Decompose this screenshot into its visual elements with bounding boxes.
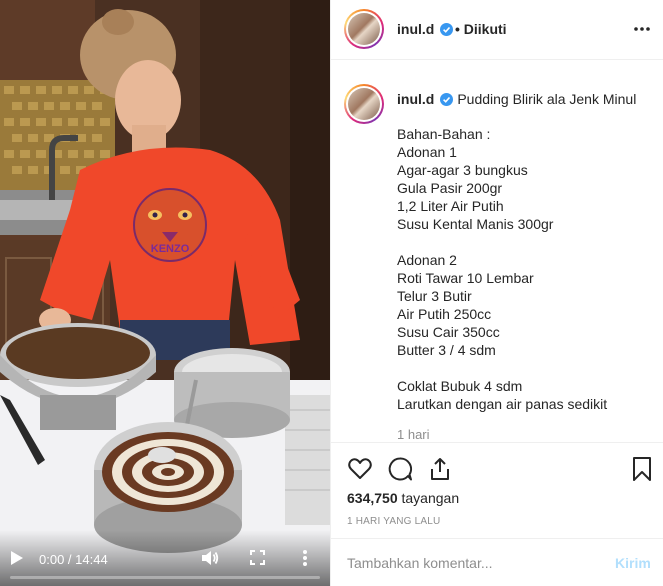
caption-section: inul.d Pudding Blirik ala Jenk Minul Bah… [331,61,663,441]
caption-line: Susu Kental Manis 300gr [397,216,554,232]
post-header: inul.d • Diikuti [331,0,663,60]
post-panel: inul.d • Diikuti inul.d Pudding Blirik a… [330,0,663,586]
caption-body: Bahan-Bahan : Adonan 1 Agar-agar 3 bungkus… [397,125,652,413]
caption-line: Coklat Bubuk 4 sdm [397,378,523,394]
video-time: 0:00 / 14:44 [39,552,108,567]
video-progress-bar[interactable] [10,576,320,579]
more-vertical-icon[interactable] [302,549,308,567]
post-actions: 634,750 tayangan 1 HARI YANG LALU [331,442,663,538]
bookmark-icon[interactable] [629,456,655,482]
caption-line: Adonan 1 [397,144,457,160]
caption-header: inul.d Pudding Blirik ala Jenk Minul [397,90,657,108]
video-player[interactable]: KENZO 0:00 / 14:44 [0,0,330,586]
avatar-image [348,13,380,45]
verified-badge-icon [437,21,453,39]
caption-line: Adonan 2 [397,252,457,268]
caption-line: Roti Tawar 10 Lembar [397,270,534,286]
avatar-image [348,88,380,120]
share-icon[interactable] [427,456,453,482]
view-count-number: 634,750 [347,490,398,506]
volume-icon[interactable] [201,549,219,567]
video-frame: KENZO [0,0,330,586]
caption-line: Agar-agar 3 bungkus [397,162,528,178]
view-count[interactable]: 634,750 tayangan [347,490,459,506]
caption-line: 1,2 Liter Air Putih [397,198,504,214]
comment-input[interactable] [347,553,597,573]
caption-title: Pudding Blirik ala Jenk Minul [457,91,637,107]
caption-line: Susu Cair 350cc [397,324,500,340]
caption-username[interactable]: inul.d [397,91,434,107]
caption-line: Bahan-Bahan : [397,126,491,142]
caption-line: Butter 3 / 4 sdm [397,342,496,358]
dot-separator: • [455,21,460,37]
caption-line: Larutkan dengan air panas sedikit [397,396,608,412]
caption-line: Telur 3 Butir [397,288,472,304]
post-comment-button[interactable]: Kirim [615,555,651,571]
heart-icon[interactable] [347,456,373,482]
caption-line: Gula Pasir 200gr [397,180,503,196]
caption-line: Air Putih 250cc [397,306,492,322]
caption-time[interactable]: 1 hari [397,427,430,441]
author-avatar[interactable] [344,9,384,49]
sweater-logo-text: KENZO [151,243,190,255]
more-horizontal-icon[interactable] [633,26,651,32]
view-count-label: tayangan [401,490,460,506]
following-button[interactable]: Diikuti [464,21,507,37]
comment-box: Kirim [331,538,663,586]
post-date[interactable]: 1 HARI YANG LALU [347,516,440,527]
video-controls: 0:00 / 14:44 [0,530,330,586]
play-icon[interactable] [10,550,24,566]
follow-status: • Diikuti [455,21,507,37]
author-username[interactable]: inul.d [397,21,434,37]
caption-author-avatar[interactable] [344,84,384,124]
comment-icon[interactable] [387,456,413,482]
verified-badge-icon [438,91,457,107]
fullscreen-icon[interactable] [250,550,265,565]
